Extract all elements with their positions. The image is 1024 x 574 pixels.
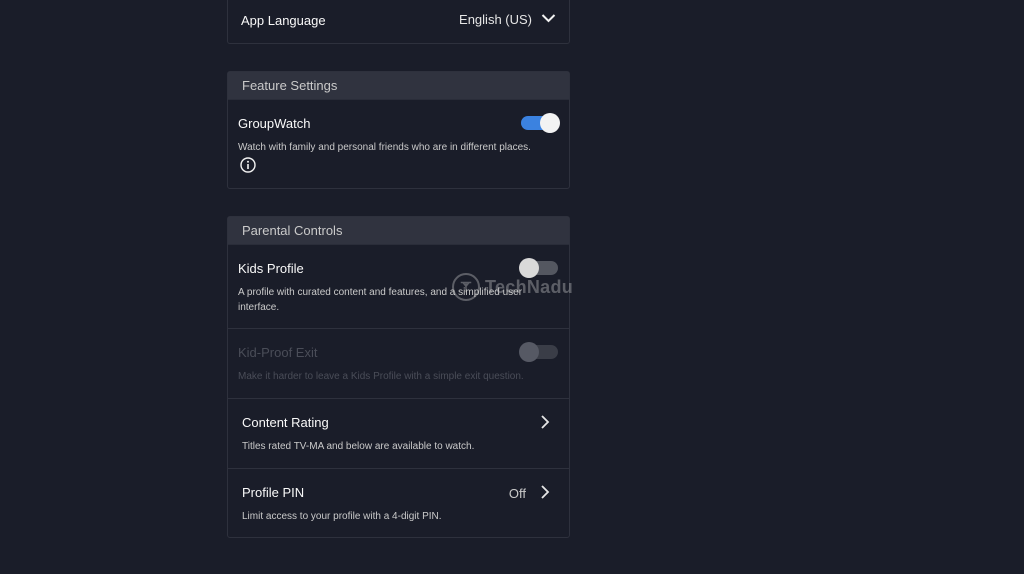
watermark-logo-icon	[452, 273, 480, 301]
content-rating-title: Content Rating	[242, 415, 329, 430]
groupwatch-row: GroupWatch Watch with family and persona…	[228, 100, 569, 189]
chevron-down-icon[interactable]	[541, 12, 556, 24]
profile-pin-title: Profile PIN	[242, 485, 305, 500]
kid-proof-exit-toggle[interactable]	[519, 342, 558, 362]
profile-pin-value: Off	[508, 486, 526, 501]
chevron-right-icon[interactable]	[539, 415, 551, 429]
kid-proof-exit-row: Kid-Proof Exit Make it harder to leave a…	[228, 329, 569, 399]
section-header-parental-controls: Parental Controls	[228, 217, 569, 245]
section-header-feature-settings: Feature Settings	[228, 72, 569, 100]
profile-pin-row[interactable]: Profile PIN Off Limit access to your pro…	[228, 469, 569, 538]
info-icon[interactable]	[240, 157, 256, 173]
kids-profile-title: Kids Profile	[238, 261, 304, 276]
groupwatch-title: GroupWatch	[238, 116, 311, 131]
app-language-value: English (US)	[459, 12, 532, 27]
app-language-row[interactable]: App Language English (US)	[228, 0, 569, 42]
parental-controls-panel: Parental Controls Kids Profile A profile…	[227, 216, 570, 538]
groupwatch-toggle[interactable]	[521, 113, 560, 133]
groupwatch-description: Watch with family and personal friends w…	[238, 142, 531, 153]
toggle-knob	[540, 113, 560, 133]
chevron-right-icon[interactable]	[539, 485, 551, 499]
content-rating-description: Titles rated TV-MA and below are availab…	[242, 441, 475, 452]
toggle-knob	[519, 342, 539, 362]
kid-proof-exit-description: Make it harder to leave a Kids Profile w…	[238, 371, 524, 382]
content-rating-row[interactable]: Content Rating Titles rated TV-MA and be…	[228, 399, 569, 469]
watermark-text: TechNadu	[485, 276, 574, 297]
app-language-panel: App Language English (US)	[227, 0, 570, 44]
app-language-label: App Language	[241, 13, 326, 28]
feature-settings-panel: Feature Settings GroupWatch Watch with f…	[227, 71, 570, 189]
watermark: TechNadu	[452, 271, 573, 303]
profile-pin-description: Limit access to your profile with a 4-di…	[242, 511, 442, 522]
kid-proof-exit-title: Kid-Proof Exit	[238, 345, 318, 360]
